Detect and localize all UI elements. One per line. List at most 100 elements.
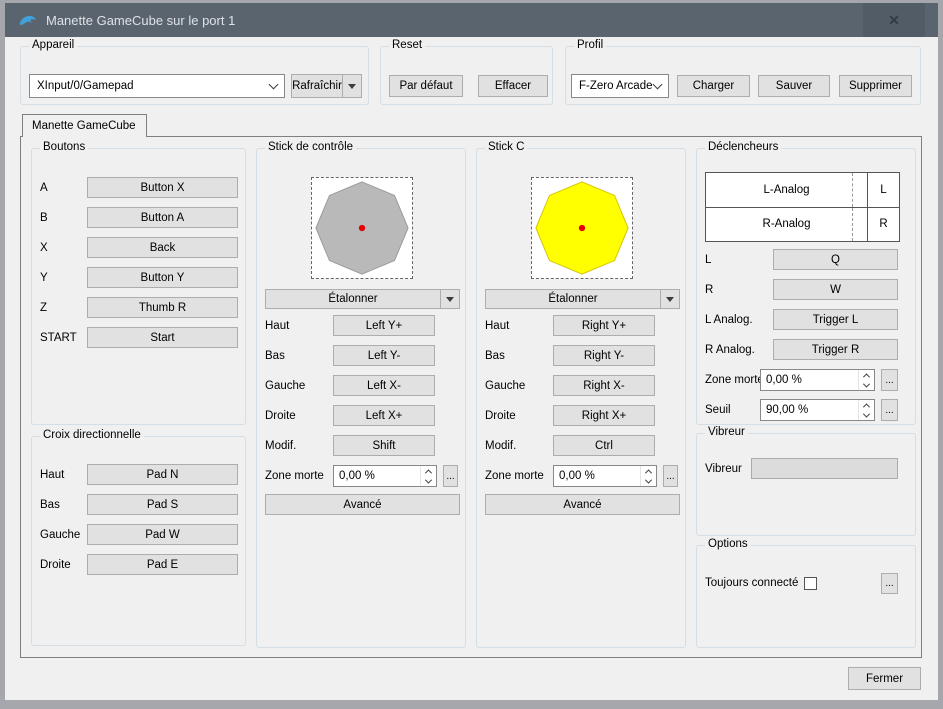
mapping-button-trigger-l[interactable]: Q xyxy=(773,249,898,270)
device-select-value: XInput/0/Gamepad xyxy=(37,80,270,92)
c-stick-deadzone-spinbox[interactable]: 0,00 % xyxy=(553,465,657,487)
c-stick-advanced-button[interactable]: Avancé xyxy=(485,494,680,515)
mapping-button-dpad-up[interactable]: Pad N xyxy=(87,464,238,485)
button-row-a: A Button X xyxy=(40,177,237,198)
spin-up-icon[interactable] xyxy=(421,466,436,476)
profile-load-button[interactable]: Charger xyxy=(677,75,750,97)
tab-manette-gamecube[interactable]: Manette GameCube xyxy=(22,114,147,137)
row-label: Gauche xyxy=(485,380,553,392)
default-button-label: Par défaut xyxy=(399,80,452,92)
profile-group-label: Profil xyxy=(574,39,606,51)
mapping-button-main-left[interactable]: Left X- xyxy=(333,375,435,396)
mapping-label: Left X+ xyxy=(366,410,403,422)
mapping-button-trigger-r-analog[interactable]: Trigger R xyxy=(773,339,898,360)
spin-up-icon[interactable] xyxy=(859,400,874,410)
options-more-button[interactable]: ... xyxy=(881,573,898,594)
mapping-button-x[interactable]: Back xyxy=(87,237,238,258)
triggers-group-label: Déclencheurs xyxy=(705,141,781,153)
spin-down-icon[interactable] xyxy=(859,410,874,420)
mapping-button-trigger-l-analog[interactable]: Trigger L xyxy=(773,309,898,330)
main-stick-deadzone-spinbox[interactable]: 0,00 % xyxy=(333,465,437,487)
spin-up-icon[interactable] xyxy=(641,466,656,476)
deadzone-value[interactable]: 0,00 % xyxy=(554,466,640,486)
reset-group: Reset Par défaut Effacer xyxy=(380,46,553,105)
mapping-label: Trigger R xyxy=(812,344,860,356)
main-stick-group: Stick de contrôle Étalonner Haut Left Y+… xyxy=(256,148,466,648)
trigger-indicator-l: L-Analog L xyxy=(706,173,899,207)
profile-delete-button[interactable]: Supprimer xyxy=(839,75,912,97)
mapping-button-c-up[interactable]: Right Y+ xyxy=(553,315,655,336)
mapping-button-c-modifier[interactable]: Ctrl xyxy=(553,435,655,456)
row-label: R xyxy=(705,284,773,296)
spin-down-icon[interactable] xyxy=(641,476,656,486)
profile-select[interactable]: F-Zero Arcade xyxy=(571,74,669,98)
deadzone-value[interactable]: 0,00 % xyxy=(761,370,858,390)
mapping-button-main-down[interactable]: Left Y- xyxy=(333,345,435,366)
spin-arrows xyxy=(420,466,436,486)
mapping-button-main-modifier[interactable]: Shift xyxy=(333,435,435,456)
main-stick-calibrate-button[interactable]: Étalonner xyxy=(265,289,460,309)
refresh-dropdown[interactable] xyxy=(342,75,361,97)
row-label: Bas xyxy=(485,350,553,362)
spin-down-icon[interactable] xyxy=(421,476,436,486)
main-stick-deadzone-more-button[interactable]: ... xyxy=(443,465,458,487)
mapping-button-dpad-left[interactable]: Pad W xyxy=(87,524,238,545)
mapping-button-c-down[interactable]: Right Y- xyxy=(553,345,655,366)
mapping-label: Trigger L xyxy=(813,314,859,326)
titlebar: Manette GameCube sur le port 1 ✕ xyxy=(5,3,938,37)
dpad-row-right: Droite Pad E xyxy=(40,554,237,575)
mapping-button-z[interactable]: Thumb R xyxy=(87,297,238,318)
spin-up-icon[interactable] xyxy=(859,370,874,380)
row-label: Haut xyxy=(485,320,553,332)
spin-down-icon[interactable] xyxy=(859,380,874,390)
mapping-label: W xyxy=(830,284,841,296)
triggers-deadzone-more-button[interactable]: ... xyxy=(881,369,898,391)
stick-center-dot xyxy=(358,225,364,231)
mapping-button-trigger-r[interactable]: W xyxy=(773,279,898,300)
ellipsis-icon: ... xyxy=(885,375,893,386)
always-connected-checkbox[interactable] xyxy=(804,577,817,590)
close-button[interactable]: ✕ xyxy=(863,3,925,37)
calibrate-dropdown[interactable] xyxy=(440,290,459,308)
triggers-group: Déclencheurs L-Analog L R-Analog R L Q R xyxy=(696,148,916,425)
spin-arrows xyxy=(640,466,656,486)
refresh-button[interactable]: Rafraîchir xyxy=(291,74,362,98)
mapping-button-b[interactable]: Button A xyxy=(87,207,238,228)
profile-save-button[interactable]: Sauver xyxy=(758,75,830,97)
indicator-name: R-Analog xyxy=(706,208,867,242)
main-stick-deadzone-row: Zone morte 0,00 % ... xyxy=(265,465,458,487)
row-label: Droite xyxy=(40,559,87,571)
c-stick-deadzone-more-button[interactable]: ... xyxy=(663,465,678,487)
mapping-label: Left X- xyxy=(367,380,401,392)
c-stick-deadzone-row: Zone morte 0,00 % ... xyxy=(485,465,678,487)
mapping-button-main-right[interactable]: Left X+ xyxy=(333,405,435,426)
mapping-button-start[interactable]: Start xyxy=(87,327,238,348)
rumble-mapping-button[interactable] xyxy=(751,458,898,479)
mapping-button-a[interactable]: Button X xyxy=(87,177,238,198)
deadzone-value[interactable]: 0,00 % xyxy=(334,466,420,486)
device-select[interactable]: XInput/0/Gamepad xyxy=(29,74,285,98)
mapping-button-main-up[interactable]: Left Y+ xyxy=(333,315,435,336)
threshold-value[interactable]: 90,00 % xyxy=(761,400,858,420)
triggers-threshold-spinbox[interactable]: 90,00 % xyxy=(760,399,875,421)
triggers-deadzone-spinbox[interactable]: 0,00 % xyxy=(760,369,875,391)
clear-button[interactable]: Effacer xyxy=(478,75,548,97)
main-stick-advanced-button[interactable]: Avancé xyxy=(265,494,460,515)
mapping-button-c-left[interactable]: Right X- xyxy=(553,375,655,396)
mapping-button-dpad-right[interactable]: Pad E xyxy=(87,554,238,575)
clear-button-label: Effacer xyxy=(495,80,531,92)
close-dialog-button[interactable]: Fermer xyxy=(848,667,921,690)
calibrate-dropdown[interactable] xyxy=(660,290,679,308)
mapping-label: Pad S xyxy=(147,499,178,511)
mapping-button-y[interactable]: Button Y xyxy=(87,267,238,288)
default-button[interactable]: Par défaut xyxy=(389,75,463,97)
triggers-threshold-more-button[interactable]: ... xyxy=(881,399,898,421)
deadzone-label: Zone morte xyxy=(485,470,553,482)
mapping-button-c-right[interactable]: Right X+ xyxy=(553,405,655,426)
mapping-button-dpad-down[interactable]: Pad S xyxy=(87,494,238,515)
dropdown-arrow-icon xyxy=(666,297,674,302)
c-stick-calibrate-button[interactable]: Étalonner xyxy=(485,289,680,309)
stick-center-dot xyxy=(578,225,584,231)
button-row-x: X Back xyxy=(40,237,237,258)
main-stick-row-up: Haut Left Y+ xyxy=(265,315,458,336)
